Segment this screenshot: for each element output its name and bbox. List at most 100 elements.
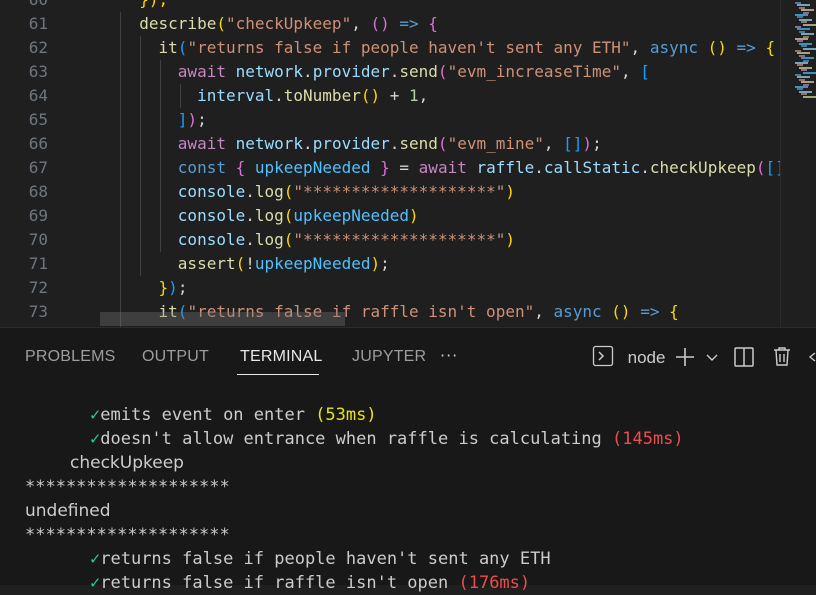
line-number: 60 [0, 0, 48, 12]
minimap-line [803, 95, 816, 98]
code-token: . [245, 230, 255, 249]
code-token: 1 [409, 86, 419, 105]
code-token: ( [216, 14, 226, 33]
line-number: 67 [28, 158, 48, 177]
terminal-text: returns false if raffle isn't open [100, 573, 459, 593]
code-line: console.log("********************") [120, 180, 515, 204]
split-terminal-button[interactable] [733, 346, 755, 372]
code-line: await network.provider.send("evm_mine", … [120, 132, 602, 156]
test-duration: (176ms) [458, 573, 531, 593]
code-token: , [418, 86, 429, 105]
more-actions-icon[interactable]: ··· [440, 346, 458, 365]
code-token: ) [370, 254, 381, 273]
code-token: => [640, 302, 660, 321]
code-token: console [177, 206, 246, 225]
code-token: => [399, 14, 419, 33]
terminal-text: ******************** [25, 477, 230, 497]
code-token: provider [312, 62, 390, 81]
code-token: ( [437, 134, 448, 153]
tab-problems[interactable]: PROBLEMS [25, 348, 116, 366]
kill-terminal-button[interactable] [771, 345, 793, 371]
new-terminal-button[interactable] [674, 346, 718, 372]
code-token: + [380, 86, 409, 105]
line-number: 65 [28, 110, 48, 129]
terminal-line: ✓doesn't allow entrance when raffle is c… [90, 427, 684, 451]
test-duration: (145ms) [612, 429, 684, 449]
line-number: 66 [28, 134, 48, 153]
code-line: }); [120, 276, 188, 300]
tab-terminal[interactable]: TERMINAL [240, 348, 323, 366]
code-token: ; [380, 254, 390, 273]
horizontal-scrollbar[interactable] [100, 312, 345, 326]
code-area[interactable]: }); describe("checkUpkeep", () => { it("… [100, 0, 780, 327]
code-token: . [274, 86, 284, 105]
line-number: 62 [28, 38, 48, 57]
tab-jupyter[interactable]: JUPYTER [352, 348, 426, 366]
code-token: ( [235, 254, 246, 273]
test-duration: (53ms) [315, 405, 377, 425]
code-token: "********************" [293, 182, 506, 201]
trash-icon [771, 347, 793, 371]
code-token: ) [168, 278, 178, 297]
code-token: it [158, 38, 178, 57]
code-line: const { upkeepNeeded } = await raffle.ca… [120, 156, 780, 180]
terminal-icon [592, 345, 614, 371]
code-line: interval.toNumber() + 1, [120, 84, 428, 108]
code-token: checkUpkeep [649, 158, 756, 177]
code-token: { [765, 38, 776, 57]
code-token: () [370, 14, 390, 33]
terminal-line: ******************** [25, 475, 230, 499]
code-token: await [177, 134, 226, 153]
line-number: 73 [28, 302, 48, 321]
code-token: . [245, 182, 255, 201]
code-line: it("returns false if people haven't sent… [120, 36, 776, 60]
code-line: }); [120, 0, 168, 12]
code-token: , [630, 38, 650, 57]
code-token: ; [592, 134, 602, 153]
active-tab-indicator [237, 374, 319, 375]
minimap-line [803, 23, 816, 26]
check-icon: ✓ [90, 573, 101, 593]
line-number: 68 [28, 182, 48, 201]
code-line: console.log("********************") [120, 228, 515, 252]
terminal-shell-selector[interactable]: node [592, 345, 665, 371]
code-token: { [669, 302, 679, 321]
code-token: async [553, 302, 602, 321]
code-token: callStatic [543, 158, 641, 177]
code-token: . [303, 62, 313, 81]
panel-overflow-button[interactable] [808, 346, 816, 372]
terminal-line: ✓returns false if people haven't sent an… [90, 547, 551, 571]
code-token: provider [312, 134, 390, 153]
tab-output[interactable]: OUTPUT [142, 348, 209, 366]
code-token: network [235, 134, 304, 153]
code-token: assert [177, 254, 236, 273]
code-token: send [399, 134, 438, 153]
code-token: => [736, 38, 756, 57]
code-token: console [177, 182, 246, 201]
code-token: await [418, 158, 467, 177]
code-editor[interactable]: 60 61 62 63 64 65 66 67 68 69 70 71 72 73 }); describ… [0, 0, 816, 327]
check-icon: ✓ [90, 405, 101, 425]
terminal-line: undefined [25, 499, 111, 523]
minimap[interactable] [780, 0, 816, 327]
code-token: "********************" [293, 230, 506, 249]
code-token: . [389, 62, 400, 81]
code-token: . [303, 134, 313, 153]
